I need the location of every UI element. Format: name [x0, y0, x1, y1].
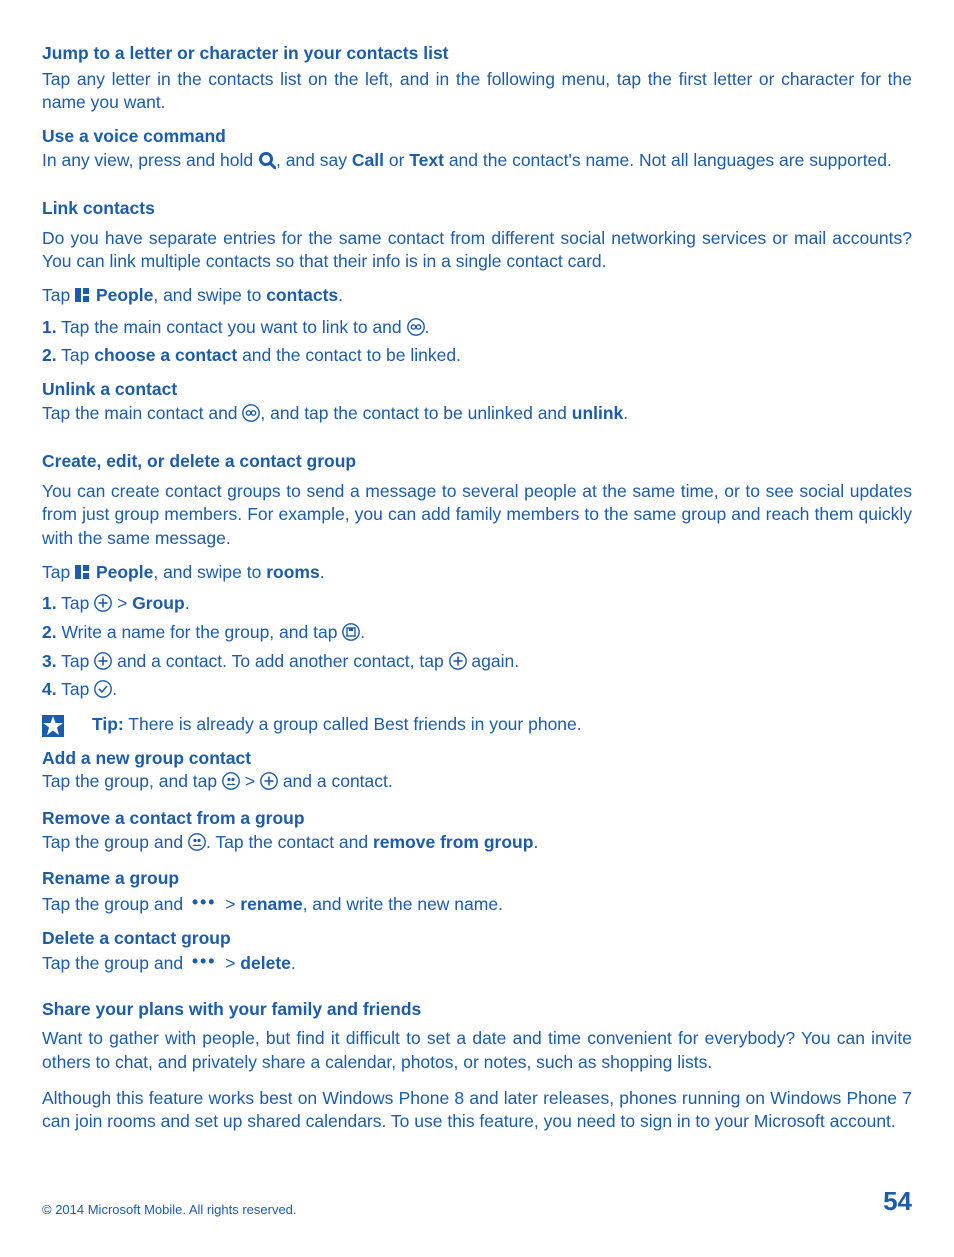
para-remove-from-group: Tap the group and . Tap the contact and … [42, 831, 912, 858]
para-link-contacts-intro: Do you have separate entries for the sam… [42, 227, 912, 274]
para-rename-group: Tap the group and ••• > rename, and writ… [42, 891, 912, 917]
step-group-3: 3. Tap and a contact. To add another con… [42, 650, 912, 677]
step-group-1: 1. Tap > Group. [42, 592, 912, 619]
para-share-plans-1: Want to gather with people, but find it … [42, 1027, 912, 1074]
para-jump-to-letter: Tap any letter in the contacts list on t… [42, 68, 912, 115]
page-number: 54 [883, 1184, 912, 1219]
link-icon [407, 318, 425, 343]
search-icon [258, 151, 276, 176]
heading-jump-to-letter: Jump to a letter or character in your co… [42, 42, 912, 66]
heading-rename-group: Rename a group [42, 867, 912, 891]
ellipsis-icon: ••• [188, 891, 220, 915]
people-tile-icon [75, 565, 89, 579]
plus-icon [94, 594, 112, 619]
copyright-text: © 2014 Microsoft Mobile. All rights rese… [42, 1201, 297, 1219]
tip-row: Tip: There is already a group called Bes… [42, 713, 912, 737]
people-icon [188, 833, 206, 858]
para-share-plans-2: Although this feature works best on Wind… [42, 1087, 912, 1134]
para-unlink-contact: Tap the main contact and , and tap the c… [42, 402, 912, 429]
para-voice-command: In any view, press and hold , and say Ca… [42, 149, 912, 176]
tip-star-icon [42, 715, 64, 737]
heading-create-group: Create, edit, or delete a contact group [42, 450, 912, 474]
step-link-1: 1. Tap the main contact you want to link… [42, 316, 912, 343]
para-add-group-contact: Tap the group, and tap > and a contact. [42, 770, 912, 797]
para-create-group-tap: Tap People, and swipe to rooms. [42, 561, 912, 585]
heading-unlink-contact: Unlink a contact [42, 378, 912, 402]
para-link-contacts-tap: Tap People, and swipe to contacts. [42, 284, 912, 308]
step-group-4: 4. Tap . [42, 678, 912, 705]
heading-voice-command: Use a voice command [42, 125, 912, 149]
heading-delete-group: Delete a contact group [42, 927, 912, 951]
heading-add-group-contact: Add a new group contact [42, 747, 912, 771]
para-delete-group: Tap the group and ••• > delete. [42, 950, 912, 976]
save-icon [342, 623, 360, 648]
step-group-2: 2. Write a name for the group, and tap . [42, 621, 912, 648]
people-icon [222, 772, 240, 797]
people-tile-icon [75, 288, 89, 302]
tip-text: Tip: There is already a group called Bes… [78, 713, 582, 737]
heading-link-contacts: Link contacts [42, 197, 912, 221]
ellipsis-icon: ••• [188, 950, 220, 974]
heading-remove-from-group: Remove a contact from a group [42, 807, 912, 831]
check-icon [94, 680, 112, 705]
step-link-2: 2. Tap choose a contact and the contact … [42, 344, 912, 368]
para-create-group-intro: You can create contact groups to send a … [42, 480, 912, 551]
heading-share-plans: Share your plans with your family and fr… [42, 998, 912, 1022]
plus-icon [94, 652, 112, 677]
plus-icon [449, 652, 467, 677]
plus-icon [260, 772, 278, 797]
link-icon [242, 404, 260, 429]
